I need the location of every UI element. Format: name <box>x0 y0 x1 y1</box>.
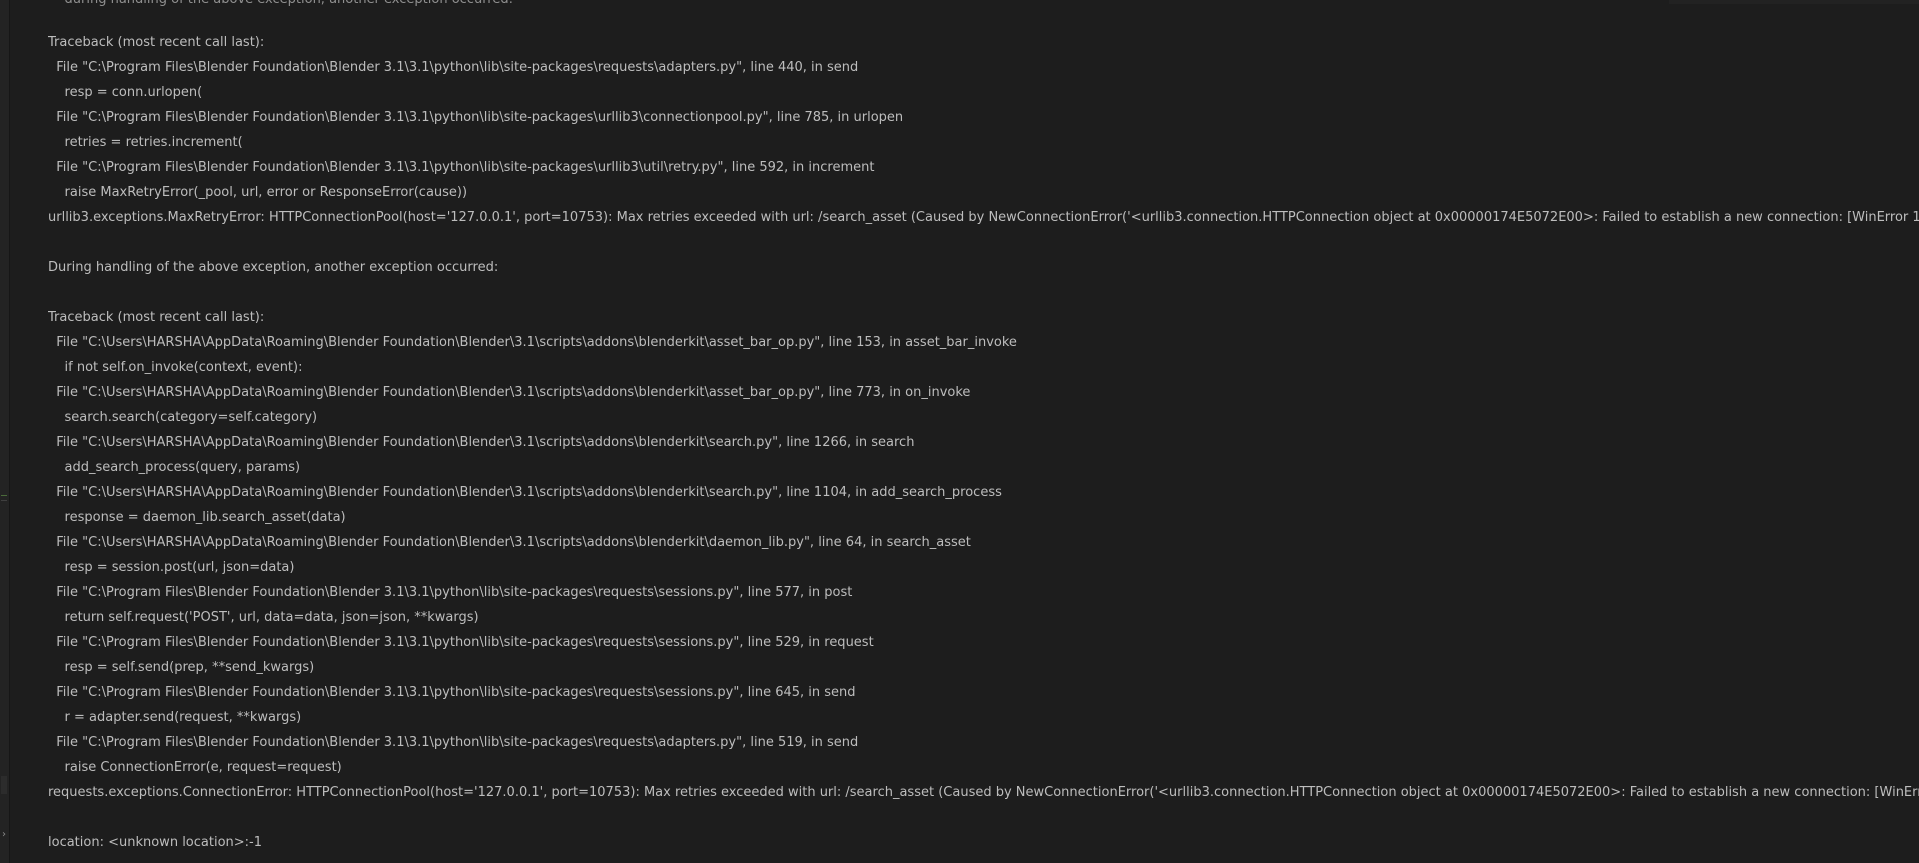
console-line: add_search_process(query, params) <box>48 460 301 475</box>
console-line: File "C:\Program Files\Blender Foundatio… <box>48 635 874 650</box>
console-line: File "C:\Users\HARSHA\AppData\Roaming\Bl… <box>48 335 1017 350</box>
gutter-scrollbar[interactable] <box>1 776 7 794</box>
console-line: File "C:\Program Files\Blender Foundatio… <box>48 685 856 700</box>
console-line: r = adapter.send(request, **kwargs) <box>48 710 302 725</box>
gutter-marker <box>1 500 7 501</box>
console-output: Traceback (most recent call last): File … <box>48 34 1919 859</box>
console-line: requests.exceptions.ConnectionError: HTT… <box>48 785 1919 800</box>
console-line: raise MaxRetryError(_pool, url, error or… <box>48 185 468 200</box>
console-line: return self.request('POST', url, data=da… <box>48 610 479 625</box>
console-line: File "C:\Program Files\Blender Foundatio… <box>48 110 904 125</box>
header-shade <box>1669 0 1919 4</box>
info-console-area: › during handling of the above exception… <box>0 0 1919 863</box>
console-line: File "C:\Users\HARSHA\AppData\Roaming\Bl… <box>48 435 915 450</box>
console-line: During handling of the above exception, … <box>48 260 499 275</box>
console-line: File "C:\Users\HARSHA\AppData\Roaming\Bl… <box>48 385 971 400</box>
chevron-right-icon[interactable]: › <box>0 828 8 842</box>
console-line-partial: during handling of the above exception, … <box>48 0 513 8</box>
console-line: File "C:\Program Files\Blender Foundatio… <box>48 60 859 75</box>
gutter-marker <box>1 495 7 496</box>
console-line: resp = conn.urlopen( <box>48 85 203 100</box>
console-line: Traceback (most recent call last): <box>48 35 265 50</box>
console-line: raise ConnectionError(e, request=request… <box>48 760 342 775</box>
console-line: File "C:\Users\HARSHA\AppData\Roaming\Bl… <box>48 485 1002 500</box>
console-line: File "C:\Program Files\Blender Foundatio… <box>48 585 853 600</box>
left-region-gutter[interactable]: › <box>0 0 10 863</box>
console-line: urllib3.exceptions.MaxRetryError: HTTPCo… <box>48 210 1919 225</box>
console-line: resp = self.send(prep, **send_kwargs) <box>48 660 315 675</box>
console-line: if not self.on_invoke(context, event): <box>48 360 303 375</box>
console-line: response = daemon_lib.search_asset(data) <box>48 510 346 525</box>
console-line: location: <unknown location>:-1 <box>48 835 263 850</box>
console-line: File "C:\Users\HARSHA\AppData\Roaming\Bl… <box>48 535 971 550</box>
console-line: retries = retries.increment( <box>48 135 243 150</box>
console-line: Traceback (most recent call last): <box>48 310 265 325</box>
console-line: search.search(category=self.category) <box>48 410 318 425</box>
console-line: File "C:\Program Files\Blender Foundatio… <box>48 735 859 750</box>
console-line: File "C:\Program Files\Blender Foundatio… <box>48 160 875 175</box>
console-line: resp = session.post(url, json=data) <box>48 560 295 575</box>
